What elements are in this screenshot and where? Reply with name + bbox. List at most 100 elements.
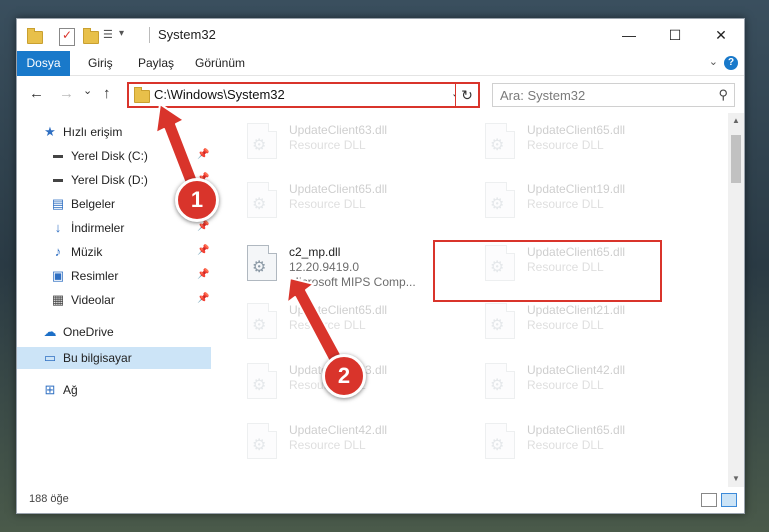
pin-icon: 📌 [197, 149, 210, 160]
cloud-icon: ☁ [43, 324, 57, 339]
sidebar-item-this-pc[interactable]: ▭ Bu bilgisayar [17, 347, 211, 369]
sidebar-item-label: Müzik [71, 245, 103, 259]
tab-home[interactable]: Giriş [88, 51, 113, 75]
ribbon-expand-icon[interactable]: ⌄ [709, 55, 718, 68]
customize-quick-access-icon[interactable]: ☰ [103, 28, 117, 44]
file-description: Resource DLL [289, 318, 366, 332]
callout-badge-2: 2 [322, 354, 366, 398]
sidebar-item-videos[interactable]: ▦ Videolar 📌 [17, 289, 211, 311]
download-icon: ↓ [54, 220, 62, 235]
refresh-button[interactable]: ↻ [455, 82, 480, 108]
videos-icon: ▦ [51, 292, 65, 307]
file-name: UpdateClient63.dll [289, 123, 388, 137]
drive-icon: ▬ [53, 174, 63, 185]
tab-view[interactable]: Görünüm [195, 51, 245, 75]
search-placeholder: Ara: System32 [500, 88, 586, 103]
file-description: Resource DLL [289, 138, 366, 152]
sidebar-item-label: Belgeler [71, 197, 116, 211]
drive-icon: ▬ [53, 150, 63, 161]
file-version: 12.20.9419.0 [289, 260, 360, 274]
scrollbar-thumb[interactable] [731, 135, 741, 183]
explorer-window: ✓ ☰ ▾ System32 — ☐ ✕ Dosya Giriş Paylaş … [16, 18, 745, 514]
gear-icon: ⚙ [490, 437, 505, 454]
list-item[interactable]: ⚙ UpdateClient65.dll Resource DLL [237, 297, 467, 349]
file-description: Resource DLL [527, 378, 604, 392]
list-item[interactable]: ⚙ UpdateClient63.dll Resource DLL [237, 117, 467, 169]
quick-access-dropdown-icon[interactable]: ▾ [119, 28, 124, 44]
file-name: UpdateClient21.dll [527, 303, 626, 317]
vertical-scrollbar[interactable]: ▲ ▼ [728, 113, 744, 487]
sidebar-item-local-disk-c[interactable]: ▬ Yerel Disk (C:) 📌 [17, 145, 211, 167]
star-icon: ★ [44, 124, 56, 139]
list-item[interactable]: ⚙ UpdateClient65.dll Resource DLL [475, 117, 705, 169]
list-item[interactable]: ⚙ UpdateClient65.dll Resource DLL [475, 417, 705, 469]
recent-locations-button[interactable]: ⌄ [83, 84, 92, 97]
list-item[interactable]: ⚙ UpdateClient21.dll Resource DLL [475, 297, 705, 349]
sidebar-item-pictures[interactable]: ▣ Resimler 📌 [17, 265, 211, 287]
file-description: Resource DLL [289, 197, 366, 211]
large-icons-view-icon[interactable] [721, 493, 737, 507]
sidebar-item-label: Yerel Disk (C:) [71, 149, 148, 163]
sidebar-item-label: Bu bilgisayar [63, 351, 132, 365]
minimize-button[interactable]: — [606, 19, 652, 51]
file-description: Resource DLL [527, 438, 604, 452]
gear-icon: ⚙ [252, 317, 267, 334]
gear-icon: ⚙ [490, 137, 505, 154]
sidebar-item-label: Hızlı erişim [63, 125, 123, 139]
file-name: c2_mp.dll [289, 245, 341, 259]
computer-icon: ▭ [43, 350, 57, 365]
gear-icon: ⚙ [252, 137, 267, 154]
title-bar: ✓ ☰ ▾ System32 — ☐ ✕ [17, 19, 744, 51]
properties-icon[interactable]: ✓ [59, 28, 75, 46]
pin-icon: 📌 [197, 245, 210, 256]
pin-icon: 📌 [197, 269, 210, 280]
sidebar-item-onedrive[interactable]: ☁ OneDrive [17, 321, 211, 343]
list-item[interactable]: ⚙ UpdateClient42.dll Resource DLL [237, 417, 467, 469]
list-item[interactable]: ⚙ UpdateClient19.dll Resource DLL [475, 176, 705, 228]
title-separator [149, 27, 150, 43]
address-path: C:\Windows\System32 [154, 87, 285, 102]
navigation-pane: ★ Hızlı erişim ▬ Yerel Disk (C:) 📌 ▬ Yer… [17, 113, 211, 493]
item-count: 188 öğe [29, 493, 69, 505]
scroll-up-icon[interactable]: ▲ [728, 113, 744, 129]
gear-icon: ⚙ [252, 196, 267, 213]
gear-icon: ⚙ [252, 377, 267, 394]
file-name: UpdateClient65.dll [289, 303, 388, 317]
sidebar-item-network[interactable]: ⊞ Ağ [17, 379, 211, 401]
pin-icon: 📌 [197, 293, 210, 304]
sidebar-item-quick-access[interactable]: ★ Hızlı erişim [17, 121, 211, 143]
tab-share[interactable]: Paylaş [138, 51, 174, 75]
list-item[interactable]: ⚙ UpdateClient65.dll Resource DLL [237, 176, 467, 228]
file-list: ⚙ UpdateClient63.dll Resource DLL ⚙ Upda… [213, 113, 729, 487]
address-folder-icon [134, 87, 150, 103]
list-item[interactable]: ⚙ UpdateClient42.dll Resource DLL [475, 357, 705, 409]
up-button[interactable]: ↑ [103, 85, 111, 102]
file-description: Resource DLL [527, 197, 604, 211]
gear-icon: ⚙ [252, 259, 267, 276]
file-highlight-box [433, 240, 662, 302]
address-bar[interactable]: C:\Windows\System32 ⌄ [127, 82, 479, 108]
gear-icon: ⚙ [490, 377, 505, 394]
sidebar-item-music[interactable]: ♪ Müzik 📌 [17, 241, 211, 263]
forward-button[interactable]: → [59, 85, 74, 102]
gear-icon: ⚙ [490, 317, 505, 334]
file-name: UpdateClient42.dll [527, 363, 626, 377]
close-button[interactable]: ✕ [698, 19, 744, 51]
details-view-icon[interactable] [701, 493, 717, 507]
file-name: UpdateClient65.dll [527, 123, 626, 137]
sidebar-item-downloads[interactable]: ↓ İndirmeler 📌 [17, 217, 211, 239]
scroll-down-icon[interactable]: ▼ [728, 471, 744, 487]
search-input[interactable]: Ara: System32 ⚲ [492, 83, 735, 107]
navigation-bar: ← → ⌄ ↑ C:\Windows\System32 ⌄ ↻ Ara: Sys… [17, 76, 744, 112]
back-button[interactable]: ← [29, 85, 44, 102]
file-name: UpdateClient65.dll [527, 423, 626, 437]
sidebar-item-label: Videolar [71, 293, 115, 307]
gear-icon: ⚙ [252, 437, 267, 454]
pictures-icon: ▣ [51, 268, 65, 283]
file-name: UpdateClient65.dll [289, 182, 388, 196]
sidebar-item-label: Ağ [63, 383, 78, 397]
pin-icon: 📌 [197, 221, 210, 232]
maximize-button[interactable]: ☐ [652, 19, 698, 51]
help-icon[interactable]: ? [724, 56, 738, 70]
sidebar-item-label: İndirmeler [71, 221, 125, 235]
